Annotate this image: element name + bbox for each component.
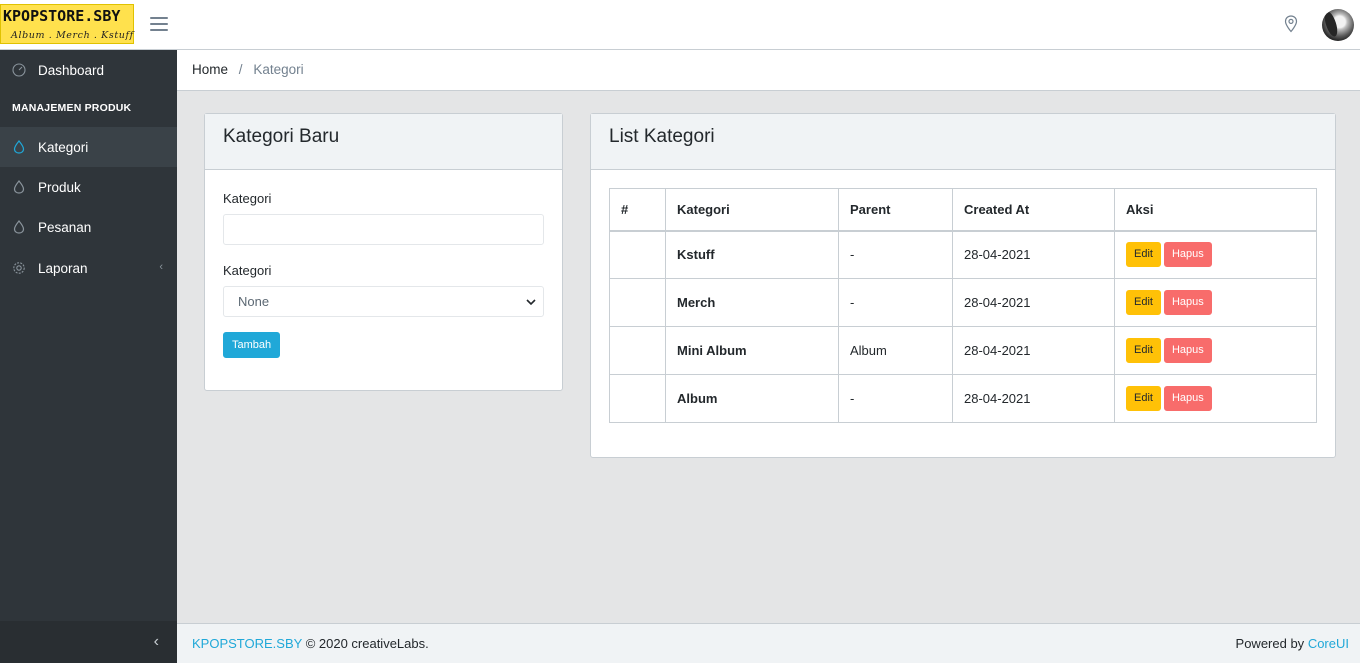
cell-number [609,326,666,375]
cell-actions: Edit Hapus [1114,230,1317,279]
settings-icon [13,262,25,274]
column-header-parent: Parent [838,188,953,232]
category-list-card: List Kategori # Kategori Parent Created … [590,113,1336,458]
table-row: Album - 28-04-2021 Edit Hapus [609,374,1317,423]
delete-button[interactable]: Hapus [1163,242,1212,268]
footer-copyright: © 2020 creativeLabs. [305,636,429,651]
delete-button[interactable]: Hapus [1163,338,1212,363]
sidebar-item-produk[interactable]: Produk [0,167,177,207]
column-header-aksi: Aksi [1114,188,1317,232]
footer-powered-by: Powered by CoreUI [1236,636,1349,651]
sidebar: Dashboard MANAJEMEN PRODUK Kategori Prod… [0,50,177,663]
table-row: Merch - 28-04-2021 Edit Hapus [609,278,1317,327]
sidebar-item-kategori[interactable]: Kategori [0,127,177,167]
sidebar-item-label: Pesanan [38,219,92,235]
category-name-input[interactable] [223,214,544,245]
app-header: KPOPSTORE.SBY Album . Merch . Kstuff [0,0,1360,50]
speedometer-icon [12,63,26,77]
drop-icon [13,140,25,154]
column-header-kategori: Kategori [665,188,839,232]
breadcrumb-separator: / [238,62,243,77]
cell-kategori: Merch [665,278,839,327]
delete-button[interactable]: Hapus [1163,290,1212,315]
table-row: Mini Album Album 28-04-2021 Edit Hapus [609,326,1317,375]
cell-parent: Album [838,326,953,375]
cell-parent: - [838,374,953,423]
sidebar-item-label: Produk [38,179,81,195]
select-value: None [238,294,270,309]
cell-created-at: 28-04-2021 [952,278,1115,327]
user-avatar[interactable] [1322,9,1354,41]
chevron-left-icon: ‹ [159,261,163,273]
table-header-row: # Kategori Parent Created At Aksi [609,188,1317,232]
cell-number [609,374,666,423]
cell-actions: Edit Hapus [1114,278,1317,327]
cell-created-at: 28-04-2021 [952,374,1115,423]
category-table: # Kategori Parent Created At Aksi Kstuff… [609,188,1317,423]
breadcrumb: Home / Kategori [177,50,1360,91]
cell-number [609,278,666,327]
parent-category-select[interactable]: None [223,286,544,317]
cell-kategori: Album [665,374,839,423]
drop-icon [13,220,25,234]
sidebar-item-dashboard[interactable]: Dashboard [0,50,177,90]
footer-brand-link[interactable]: KPOPSTORE.SBY [192,636,302,651]
chevron-down-icon [526,299,536,306]
table-row: Kstuff - 28-04-2021 Edit Hapus [609,230,1317,279]
sidebar-item-label: Kategori [38,139,89,155]
coreui-link[interactable]: CoreUI [1308,636,1349,651]
edit-button[interactable]: Edit [1126,386,1161,411]
sidebar-toggle-icon[interactable] [150,17,168,31]
sidebar-item-label: Laporan [38,260,88,276]
cell-created-at: 28-04-2021 [952,230,1115,279]
category-name-label: Kategori [223,191,272,206]
cell-number [609,230,666,279]
edit-button[interactable]: Edit [1126,338,1161,363]
column-header-number: # [609,188,666,232]
location-pin-icon[interactable] [1284,15,1298,33]
drop-icon [13,180,25,194]
add-category-button[interactable]: Tambah [223,332,281,358]
chevron-left-icon: ‹ [153,633,159,650]
card-title: List Kategori [591,114,1335,170]
sidebar-minimizer-button[interactable]: ‹ [0,621,177,663]
sidebar-item-pesanan[interactable]: Pesanan [0,207,177,247]
column-header-created-at: Created At [952,188,1115,232]
cell-kategori: Mini Album [665,326,839,375]
edit-button[interactable]: Edit [1126,290,1161,315]
parent-category-label: Kategori [223,263,272,278]
breadcrumb-home-link[interactable]: Home [192,62,228,77]
powered-by-label: Powered by [1235,636,1305,651]
cell-actions: Edit Hapus [1114,326,1317,375]
cell-kategori: Kstuff [665,230,839,279]
logo-title: KPOPSTORE.SBY [3,7,121,25]
brand-logo[interactable]: KPOPSTORE.SBY Album . Merch . Kstuff [0,4,134,44]
edit-button[interactable]: Edit [1126,242,1161,268]
sidebar-item-laporan[interactable]: Laporan ‹ [0,248,177,288]
sidebar-item-label: Dashboard [38,62,105,78]
app-footer: KPOPSTORE.SBY © 2020 creativeLabs. Power… [177,623,1360,663]
cell-created-at: 28-04-2021 [952,326,1115,375]
delete-button[interactable]: Hapus [1163,386,1212,411]
sidebar-section-title: MANAJEMEN PRODUK [12,102,132,114]
cell-parent: - [838,230,953,279]
logo-subtitle: Album . Merch . Kstuff [11,30,134,41]
breadcrumb-current: Kategori [253,62,304,77]
cell-parent: - [838,278,953,327]
cell-actions: Edit Hapus [1114,374,1317,423]
new-category-card: Kategori Baru Kategori Kategori None Tam… [204,113,563,391]
card-title: Kategori Baru [205,114,562,170]
